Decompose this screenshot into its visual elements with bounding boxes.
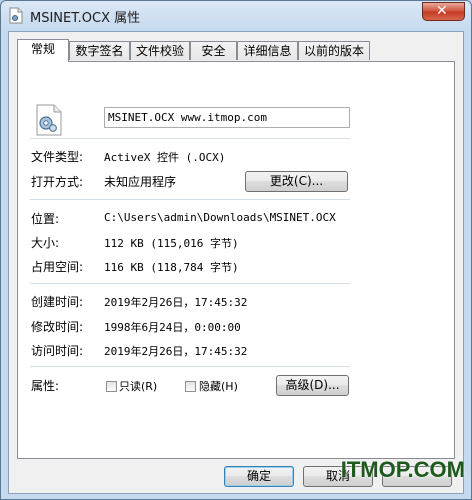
- size-value: 112 KB (115,016 字节): [104, 237, 239, 250]
- accessed-label: 访问时间:: [31, 344, 84, 358]
- created-value: 2019年2月26日，17:45:32: [104, 296, 248, 309]
- watermark-text: ITMOP.COM: [340, 457, 465, 482]
- separator: [30, 138, 350, 139]
- change-button[interactable]: 更改(C)...: [245, 171, 348, 192]
- properties-window: MSINET.OCX 属性 ✕ 常规 数字签名 文件校验 安全 详细信息 以前的…: [0, 0, 472, 500]
- modified-value: 1998年6月24日，0:00:00: [104, 321, 241, 334]
- file-type-value: ActiveX 控件 (.OCX): [104, 151, 226, 164]
- ok-button[interactable]: 确定: [224, 466, 294, 487]
- tab-general[interactable]: 常规: [17, 39, 69, 62]
- separator: [30, 283, 350, 284]
- file-icon: [9, 7, 23, 24]
- readonly-label[interactable]: 只读(R): [119, 378, 157, 394]
- size-on-disk-value: 116 KB (118,784 字节): [104, 261, 239, 274]
- modified-label: 修改时间:: [31, 320, 84, 334]
- window-title: MSINET.OCX 属性: [30, 11, 141, 26]
- tab-details[interactable]: 详细信息: [237, 41, 298, 60]
- location-value: C:\Users\admin\Downloads\MSINET.OCX: [104, 211, 336, 224]
- created-label: 创建时间:: [31, 295, 84, 309]
- hidden-checkbox[interactable]: [185, 381, 196, 392]
- tab-previous-versions[interactable]: 以前的版本: [298, 41, 370, 60]
- hidden-label[interactable]: 隐藏(H): [199, 378, 238, 394]
- separator: [30, 366, 350, 367]
- title-bar[interactable]: MSINET.OCX 属性 ✕: [1, 1, 471, 31]
- file-name-field[interactable]: MSINET.OCX www.itmop.com: [104, 107, 350, 128]
- size-on-disk-label: 占用空间:: [31, 260, 84, 274]
- readonly-checkbox[interactable]: [106, 381, 117, 392]
- general-panel: MSINET.OCX www.itmop.com 文件类型: ActiveX 控…: [17, 61, 455, 459]
- location-label: 位置:: [31, 212, 60, 226]
- opens-with-label: 打开方式:: [31, 175, 84, 189]
- activex-file-icon: [36, 104, 62, 136]
- advanced-button[interactable]: 高级(D)...: [276, 375, 349, 396]
- attributes-label: 属性:: [31, 379, 60, 393]
- size-label: 大小:: [31, 236, 60, 250]
- tab-security[interactable]: 安全: [190, 41, 237, 60]
- tab-digital-signatures[interactable]: 数字签名: [69, 41, 130, 60]
- tab-file-checksum[interactable]: 文件校验: [130, 41, 190, 60]
- watermark-logo: ITMOP.COM: [341, 457, 465, 483]
- accessed-value: 2019年2月26日，17:45:32: [104, 345, 248, 358]
- close-button[interactable]: ✕: [422, 2, 465, 21]
- opens-with-value: 未知应用程序: [104, 175, 177, 189]
- close-icon: ✕: [436, 3, 448, 19]
- separator: [30, 199, 350, 200]
- file-type-label: 文件类型:: [31, 150, 84, 164]
- dialog-body: 常规 数字签名 文件校验 安全 详细信息 以前的版本 MSINET.OCX ww…: [8, 31, 464, 494]
